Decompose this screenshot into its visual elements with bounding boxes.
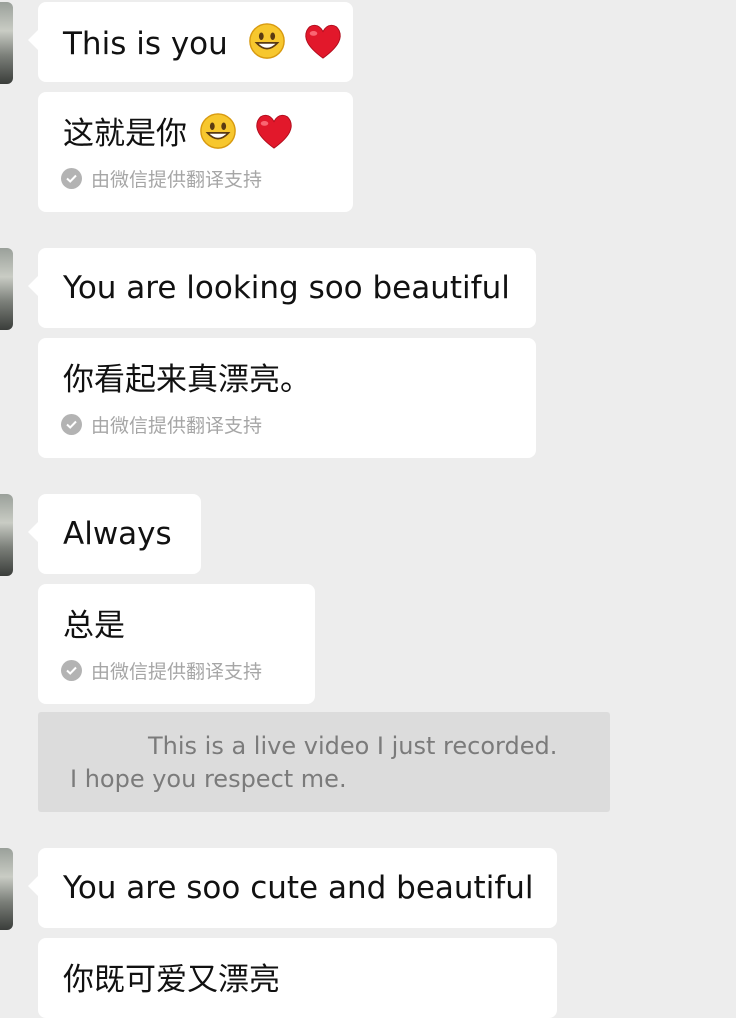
sender-avatar[interactable]	[0, 494, 13, 576]
translation-credit: 由微信提供翻译支持	[61, 657, 262, 684]
sender-avatar[interactable]	[0, 2, 13, 84]
message-text: You are soo cute and beautiful	[63, 870, 534, 906]
message-bubble[interactable]: Always	[28, 494, 201, 574]
sender-avatar[interactable]	[0, 248, 13, 330]
smiley-icon	[248, 23, 285, 59]
sender-avatar[interactable]	[0, 848, 13, 930]
translation-text: 这就是你	[63, 112, 295, 156]
translation-bubble[interactable]: 你既可爱又漂亮	[38, 938, 557, 1018]
translation-bubble[interactable]: 你看起来真漂亮。 由微信提供翻译支持	[38, 338, 536, 458]
checkmark-icon	[61, 168, 82, 189]
translation-text: 你既可爱又漂亮	[63, 962, 280, 998]
translation-credit: 由微信提供翻译支持	[61, 165, 262, 192]
checkmark-icon	[61, 660, 82, 681]
red-heart-icon	[304, 24, 341, 59]
translation-credit: 由微信提供翻译支持	[61, 411, 262, 438]
system-notice: This is a live video I just recorded. I …	[38, 712, 610, 812]
system-notice-line2: I hope you respect me.	[70, 765, 347, 793]
message-bubble[interactable]: You are soo cute and beautiful	[28, 848, 557, 928]
translation-bubble[interactable]: 总是 由微信提供翻译支持	[38, 584, 315, 704]
translation-text: 总是	[63, 608, 125, 644]
message-bubble[interactable]: You are looking soo beautiful	[28, 248, 536, 328]
checkmark-icon	[61, 414, 82, 435]
smiley-icon	[200, 113, 236, 149]
message-text: Always	[63, 516, 172, 552]
message-text: You are looking soo beautiful	[63, 270, 510, 306]
translation-bubble[interactable]: 这就是你 由微信提供翻译支持	[38, 92, 353, 212]
translation-text: 你看起来真漂亮。	[63, 362, 311, 398]
system-notice-line1: This is a live video I just recorded.	[148, 732, 558, 760]
message-bubble[interactable]: This is you	[28, 2, 353, 82]
red-heart-icon	[256, 114, 292, 149]
message-text: This is you	[63, 22, 344, 64]
